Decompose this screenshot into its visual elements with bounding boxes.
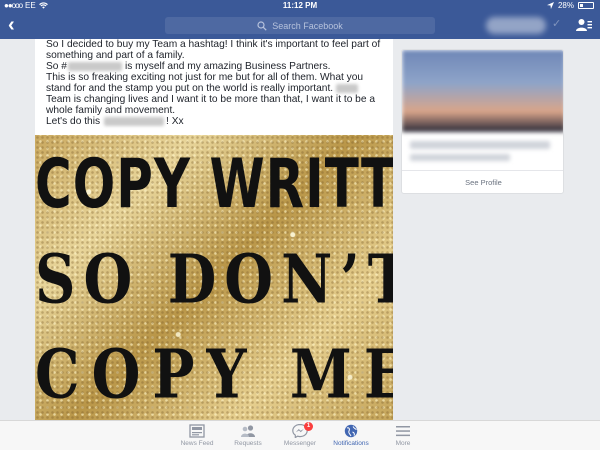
post-line: Let's do this ! Xx bbox=[46, 116, 184, 127]
post-line: whole family and movement. bbox=[46, 105, 176, 116]
tab-label: Notifications bbox=[333, 440, 369, 447]
profile-card[interactable]: See Profile bbox=[401, 49, 564, 194]
chevron-left-icon: ‹ bbox=[8, 14, 15, 36]
top-navigation-bar: ‹ Search Facebook ✓ bbox=[0, 12, 600, 39]
post-line: This is so freaking exciting not just fo… bbox=[46, 72, 364, 83]
menu-icon bbox=[396, 426, 410, 437]
post-line: So I decided to buy my Team a hashtag! I… bbox=[46, 39, 381, 50]
search-icon bbox=[257, 20, 267, 31]
redacted-hashtag bbox=[104, 116, 165, 126]
tab-label: More bbox=[395, 440, 411, 447]
back-button[interactable]: ‹ bbox=[8, 14, 15, 36]
redacted-text bbox=[336, 83, 359, 93]
blurred-profile-text bbox=[410, 154, 510, 161]
image-text-line: COPY ME bbox=[35, 335, 393, 415]
battery-percent: 28% bbox=[557, 1, 574, 10]
location-icon bbox=[546, 2, 554, 9]
post-image[interactable]: COPY WRITTEN SO DON’T COPY ME bbox=[35, 135, 393, 420]
tab-requests[interactable]: Requests bbox=[218, 424, 278, 447]
profile-cover-photo bbox=[402, 50, 563, 132]
post-line: So # is myself and my amazing Business Pa… bbox=[46, 61, 331, 72]
tab-notifications[interactable]: Notifications bbox=[321, 424, 381, 447]
divider bbox=[402, 170, 563, 171]
image-text-line: COPY WRITTEN bbox=[35, 145, 393, 224]
post-line-text: is myself and my amazing Business Partne… bbox=[124, 61, 331, 72]
post-line: stand for and the stamp you put on the w… bbox=[46, 83, 359, 94]
post-line: Team is changing lives and I want it to … bbox=[46, 94, 376, 105]
news-feed-icon bbox=[189, 424, 205, 438]
status-bar: ●●ooo EE 11:12 PM 28% bbox=[0, 0, 600, 12]
search-bar[interactable]: Search Facebook bbox=[165, 17, 435, 34]
post-line-text: ! Xx bbox=[166, 116, 184, 127]
post-line-text: stand for and the stamp you put on the w… bbox=[46, 83, 334, 94]
post-line: something and part of a family. bbox=[46, 50, 185, 61]
notification-badge: 1 bbox=[304, 422, 313, 431]
image-text-line: SO DON’T bbox=[35, 240, 393, 320]
globe-icon bbox=[344, 424, 358, 438]
friend-requests-nav-icon[interactable] bbox=[576, 17, 592, 33]
see-profile-link[interactable]: See Profile bbox=[402, 178, 563, 187]
bottom-tab-bar: News Feed Requests 1 Messenger Notificat… bbox=[0, 420, 600, 450]
status-time: 11:12 PM bbox=[282, 1, 318, 10]
closing-prefix: Let's do this bbox=[46, 116, 101, 127]
post-body: So I decided to buy my Team a hashtag! I… bbox=[35, 39, 393, 135]
blurred-profile-name[interactable] bbox=[486, 17, 546, 34]
search-placeholder: Search Facebook bbox=[272, 20, 343, 31]
tab-label: Messenger bbox=[283, 440, 317, 447]
redacted-hashtag bbox=[67, 61, 122, 71]
battery-icon bbox=[578, 2, 594, 9]
status-right: 28% bbox=[546, 1, 594, 10]
tab-label: Requests bbox=[234, 440, 262, 447]
tab-label: News Feed bbox=[180, 440, 214, 447]
check-icon: ✓ bbox=[552, 18, 562, 30]
blurred-profile-text bbox=[410, 141, 550, 149]
tab-more[interactable]: More bbox=[373, 424, 433, 447]
hashtag-prefix: So # bbox=[46, 61, 67, 72]
friend-requests-icon bbox=[241, 425, 255, 437]
